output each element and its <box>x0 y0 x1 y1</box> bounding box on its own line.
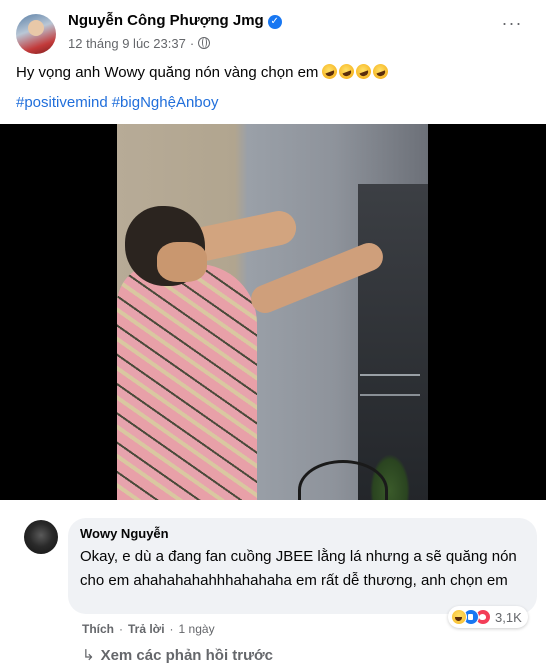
laughing-emoji-icon <box>337 61 357 82</box>
commenter-name[interactable]: Wowy Nguyễn <box>80 526 525 541</box>
laughing-emoji-icon <box>354 61 374 82</box>
laughing-emoji-icon <box>371 61 391 82</box>
action-separator: · <box>169 622 174 636</box>
post-text: Hy vọng anh Wowy quăng nón vàng chọn em <box>16 61 391 83</box>
laughing-emoji-icon <box>320 61 340 82</box>
post-author[interactable]: Nguyễn Công Phượng Jmg ✓ <box>68 12 282 29</box>
post-author-name[interactable]: Nguyễn Công Phượng Jmg <box>68 12 264 29</box>
hashtags: #positivemind #bigNghệAnboy <box>16 94 222 111</box>
more-options-button[interactable]: ··· <box>498 12 526 40</box>
post-message: Hy vọng anh Wowy quăng nón vàng chọn em <box>16 64 319 81</box>
ellipsis-icon: ··· <box>501 13 523 33</box>
meta-separator: · <box>189 36 195 51</box>
reply-arrow-icon: ↳ <box>82 647 95 664</box>
comment-time[interactable]: 1 ngày <box>179 622 215 636</box>
view-previous-label[interactable]: Xem các phản hồi trước <box>101 647 273 664</box>
verified-badge-icon: ✓ <box>267 15 282 29</box>
reply-comment-button[interactable]: Trả lời <box>128 622 165 636</box>
post-header: Nguyễn Công Phượng Jmg ✓ 12 tháng 9 lúc 2… <box>16 8 530 58</box>
comment-reactions[interactable]: 3,1K <box>448 606 528 628</box>
comment-text: Okay, e dù a đang fan cuồng JBEE lằng lá… <box>80 548 517 589</box>
like-comment-button[interactable]: Thích <box>82 622 114 636</box>
video-player[interactable] <box>0 124 546 500</box>
view-previous-replies[interactable]: ↳ Xem các phản hồi trước <box>82 646 273 664</box>
haha-reaction-icon <box>451 609 467 625</box>
video-frame <box>117 124 428 500</box>
comment-bubble: Wowy Nguyễn Okay, e dù a đang fan cuồng … <box>68 518 537 614</box>
author-avatar[interactable] <box>16 14 56 54</box>
hashtag-positivemind[interactable]: #positivemind <box>16 94 108 111</box>
commenter-avatar[interactable] <box>24 520 58 554</box>
hashtag-bignghean[interactable]: #bigNghệAnboy <box>112 94 219 111</box>
comment: Wowy Nguyễn Okay, e dù a đang fan cuồng … <box>24 518 537 628</box>
emoji-row <box>320 61 391 83</box>
comment-actions: Thích · Trả lời · 1 ngày <box>82 622 215 636</box>
post-meta: 12 tháng 9 lúc 23:37 · <box>68 36 211 51</box>
reaction-count: 3,1K <box>495 609 522 625</box>
globe-icon[interactable] <box>198 37 211 49</box>
post-timestamp[interactable]: 12 tháng 9 lúc 23:37 <box>68 36 186 51</box>
action-separator: · <box>119 622 123 636</box>
